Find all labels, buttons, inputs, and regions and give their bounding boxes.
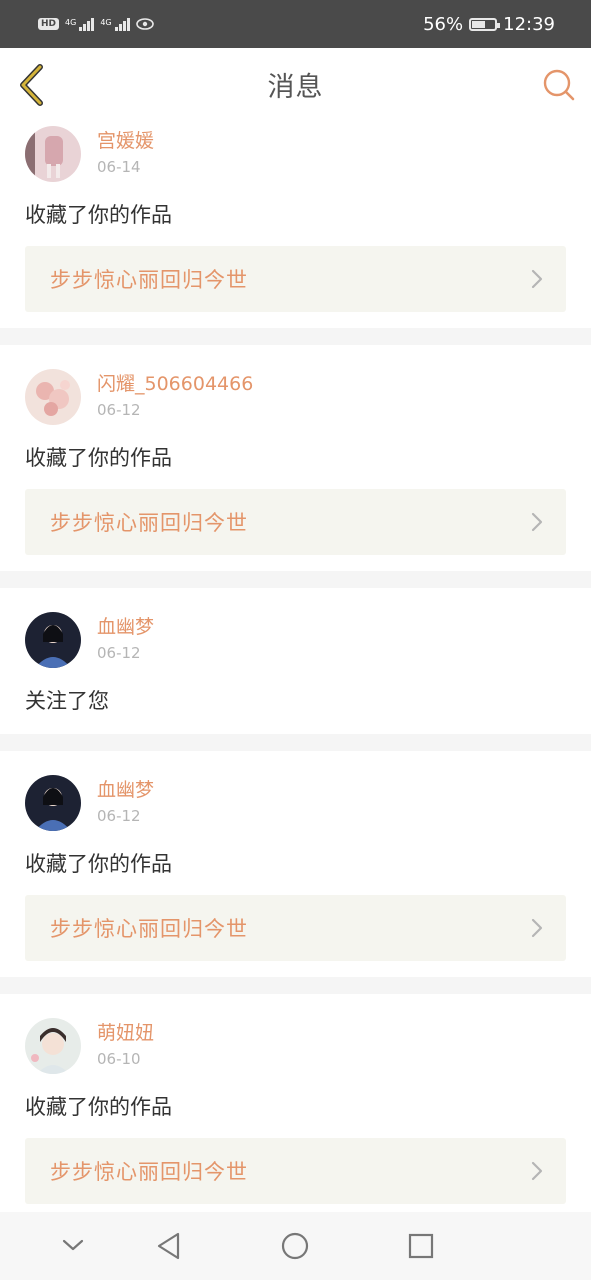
- back-chevron-icon[interactable]: [16, 64, 46, 106]
- eye-icon: [135, 18, 154, 30]
- message-date: 06-12: [97, 401, 141, 419]
- action-text: 收藏了你的作品: [25, 852, 172, 876]
- username[interactable]: 闪耀_506604466: [97, 371, 253, 397]
- action-text: 收藏了你的作品: [25, 1095, 172, 1119]
- message-date: 06-12: [97, 807, 141, 825]
- chevron-right-icon: [531, 512, 543, 532]
- battery-percent: 56%: [423, 13, 464, 35]
- message-list: 宫媛媛 06-14 收藏了你的作品 步步惊心丽回归今世 闪耀_506604466…: [0, 120, 591, 1237]
- message-card: 血幽梦 06-12 收藏了你的作品 步步惊心丽回归今世: [0, 751, 591, 977]
- battery-icon: [469, 17, 501, 31]
- user-meta: 宫媛媛 06-14: [97, 126, 154, 178]
- back-triangle-icon[interactable]: [156, 1232, 182, 1260]
- message-card: 血幽梦 06-12 关注了您: [0, 588, 591, 734]
- page-title: 消息: [267, 71, 324, 103]
- message-header: 血幽梦 06-12: [25, 612, 566, 668]
- username[interactable]: 血幽梦: [97, 614, 154, 640]
- chevron-right-icon: [531, 918, 543, 938]
- avatar[interactable]: [25, 1018, 81, 1074]
- message-date: 06-10: [97, 1050, 141, 1068]
- username[interactable]: 宫媛媛: [97, 128, 154, 154]
- user-meta: 萌妞妞 06-10: [97, 1018, 154, 1070]
- message-card: 闪耀_506604466 06-12 收藏了你的作品 步步惊心丽回归今世: [0, 345, 591, 571]
- user-meta: 闪耀_506604466 06-12: [97, 369, 253, 421]
- chevron-right-icon: [531, 1161, 543, 1181]
- recents-square-icon[interactable]: [408, 1233, 434, 1259]
- chevron-right-icon: [531, 269, 543, 289]
- clock: 12:39: [503, 13, 555, 35]
- work-link[interactable]: 步步惊心丽回归今世: [25, 1138, 566, 1204]
- action-text: 关注了您: [25, 689, 109, 713]
- message-header: 萌妞妞 06-10: [25, 1018, 566, 1074]
- username[interactable]: 血幽梦: [97, 777, 154, 803]
- avatar[interactable]: [25, 775, 81, 831]
- action-text: 收藏了你的作品: [25, 446, 172, 470]
- username[interactable]: 萌妞妞: [97, 1020, 154, 1046]
- collapse-icon[interactable]: [62, 1238, 84, 1252]
- message-card: 宫媛媛 06-14 收藏了你的作品 步步惊心丽回归今世: [0, 120, 591, 328]
- hd-badge: HD: [38, 18, 60, 30]
- work-title: 步步惊心丽回归今世: [50, 268, 248, 292]
- work-title: 步步惊心丽回归今世: [50, 1160, 248, 1184]
- status-left: HD 4G 4G: [38, 17, 154, 31]
- work-link[interactable]: 步步惊心丽回归今世: [25, 895, 566, 961]
- avatar[interactable]: [25, 369, 81, 425]
- avatar[interactable]: [25, 612, 81, 668]
- header: 消息: [0, 48, 591, 121]
- message-card: 萌妞妞 06-10 收藏了你的作品 步步惊心丽回归今世: [0, 994, 591, 1220]
- signal-icon-2: 4G: [100, 17, 130, 31]
- work-title: 步步惊心丽回归今世: [50, 511, 248, 535]
- network-type-label-2: 4G: [100, 17, 112, 27]
- message-header: 宫媛媛 06-14: [25, 126, 566, 182]
- work-title: 步步惊心丽回归今世: [50, 917, 248, 941]
- user-meta: 血幽梦 06-12: [97, 612, 154, 664]
- user-meta: 血幽梦 06-12: [97, 775, 154, 827]
- status-right: 56% 12:39: [423, 14, 555, 35]
- message-header: 血幽梦 06-12: [25, 775, 566, 831]
- signal-icon: 4G: [65, 17, 95, 31]
- avatar[interactable]: [25, 126, 81, 182]
- message-date: 06-14: [97, 158, 141, 176]
- action-text: 收藏了你的作品: [25, 203, 172, 227]
- search-icon[interactable]: [542, 68, 576, 102]
- home-circle-icon[interactable]: [281, 1232, 309, 1260]
- message-date: 06-12: [97, 644, 141, 662]
- message-header: 闪耀_506604466 06-12: [25, 369, 566, 425]
- network-type-label: 4G: [65, 17, 77, 27]
- work-link[interactable]: 步步惊心丽回归今世: [25, 246, 566, 312]
- work-link[interactable]: 步步惊心丽回归今世: [25, 489, 566, 555]
- status-bar: HD 4G 4G 56% 12:39: [0, 0, 591, 48]
- system-nav-bar: [0, 1212, 591, 1280]
